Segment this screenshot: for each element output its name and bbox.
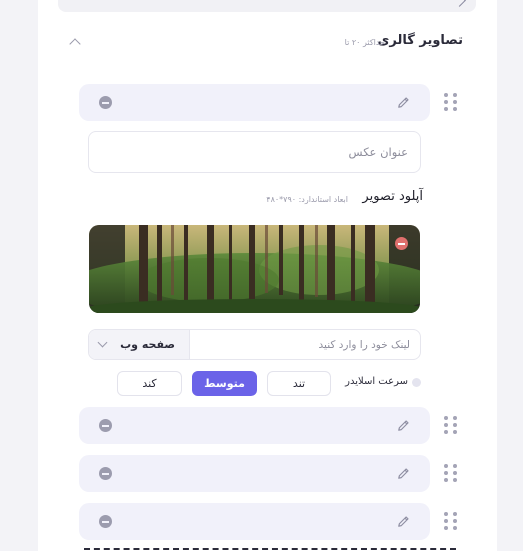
drag-handle-icon[interactable] bbox=[444, 93, 458, 113]
section-title: تصاویر گالری bbox=[377, 33, 463, 48]
gallery-item-header[interactable] bbox=[79, 407, 430, 444]
drag-handle-icon[interactable] bbox=[444, 464, 458, 484]
gallery-item-header[interactable] bbox=[79, 84, 430, 121]
remove-item-icon[interactable] bbox=[99, 419, 112, 432]
link-input-row[interactable]: صفحه وب bbox=[88, 329, 421, 360]
chevron-down-icon bbox=[97, 337, 108, 348]
uploaded-image[interactable] bbox=[89, 225, 420, 313]
remove-item-icon[interactable] bbox=[99, 467, 112, 480]
link-input[interactable] bbox=[188, 330, 420, 359]
drag-handle-icon[interactable] bbox=[444, 416, 458, 436]
upload-label: آپلود تصویر bbox=[362, 189, 423, 204]
photo-caption-input[interactable] bbox=[89, 132, 420, 172]
add-item-dropzone-border[interactable] bbox=[84, 548, 456, 550]
speed-slow-button[interactable]: کند bbox=[117, 371, 182, 396]
edit-pencil-icon[interactable] bbox=[396, 514, 411, 529]
gallery-item-header[interactable] bbox=[79, 455, 430, 492]
speed-fast-button[interactable]: تند bbox=[267, 371, 331, 396]
edit-pencil-icon[interactable] bbox=[396, 466, 411, 481]
remove-item-icon[interactable] bbox=[99, 96, 112, 109]
edit-pencil-icon[interactable] bbox=[396, 95, 411, 110]
upload-dimensions-hint: ابعاد استاندارد: ۷۹۰*۴۸۰ bbox=[266, 195, 348, 204]
slider-speed-label: سرعت اسلایدر bbox=[345, 376, 408, 387]
remove-item-icon[interactable] bbox=[99, 515, 112, 528]
gallery-item-header[interactable] bbox=[79, 503, 430, 540]
section-max-hint: حداکثر ۲۰ تا bbox=[344, 38, 385, 47]
link-type-select[interactable]: صفحه وب bbox=[89, 330, 190, 359]
drag-handle-icon[interactable] bbox=[444, 512, 458, 532]
forest-image bbox=[89, 225, 420, 313]
chevron-icon bbox=[453, 0, 466, 7]
speed-medium-button[interactable]: متوسط bbox=[192, 371, 257, 396]
speed-indicator-dot bbox=[412, 378, 421, 387]
edit-pencil-icon[interactable] bbox=[396, 418, 411, 433]
remove-image-icon[interactable] bbox=[395, 237, 408, 250]
link-type-value: صفحه وب bbox=[120, 338, 175, 351]
previous-section-card[interactable] bbox=[58, 0, 476, 12]
photo-caption-field[interactable] bbox=[88, 131, 421, 173]
